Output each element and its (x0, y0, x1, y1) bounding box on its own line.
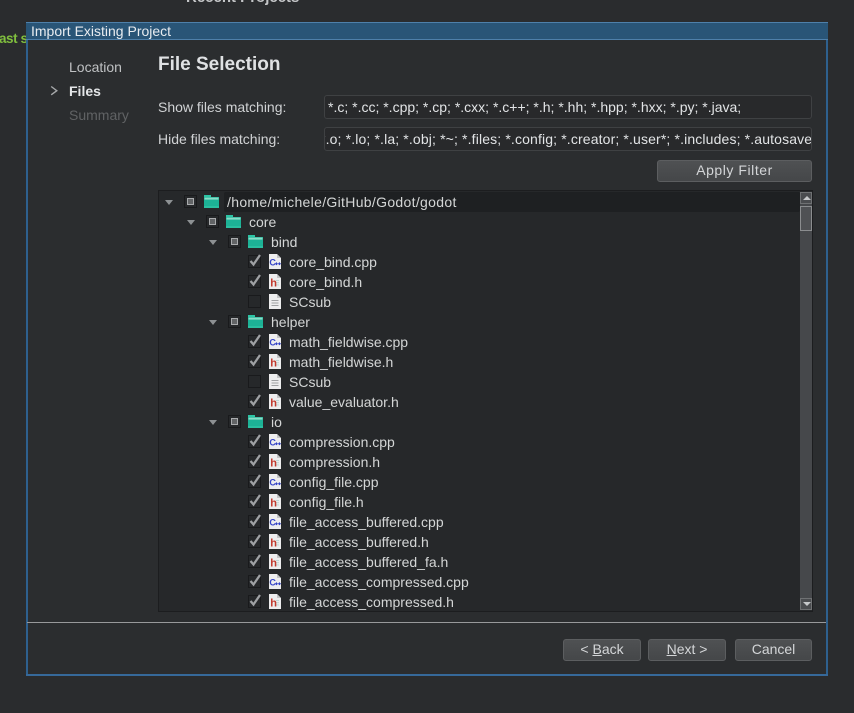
svg-text:h: h (270, 598, 277, 610)
svg-text:h: h (270, 558, 277, 570)
svg-text:C: C (269, 438, 276, 448)
svg-text:h: h (270, 278, 277, 290)
svg-text:C: C (269, 338, 276, 348)
svg-text:C: C (269, 478, 276, 488)
svg-text:h: h (270, 358, 277, 370)
svg-text:h: h (270, 398, 277, 410)
svg-text:h: h (270, 538, 277, 550)
svg-text:h: h (270, 498, 277, 510)
svg-text:C: C (269, 258, 276, 268)
svg-text:C: C (269, 518, 276, 528)
svg-text:h: h (270, 458, 277, 470)
svg-text:C: C (269, 578, 276, 588)
